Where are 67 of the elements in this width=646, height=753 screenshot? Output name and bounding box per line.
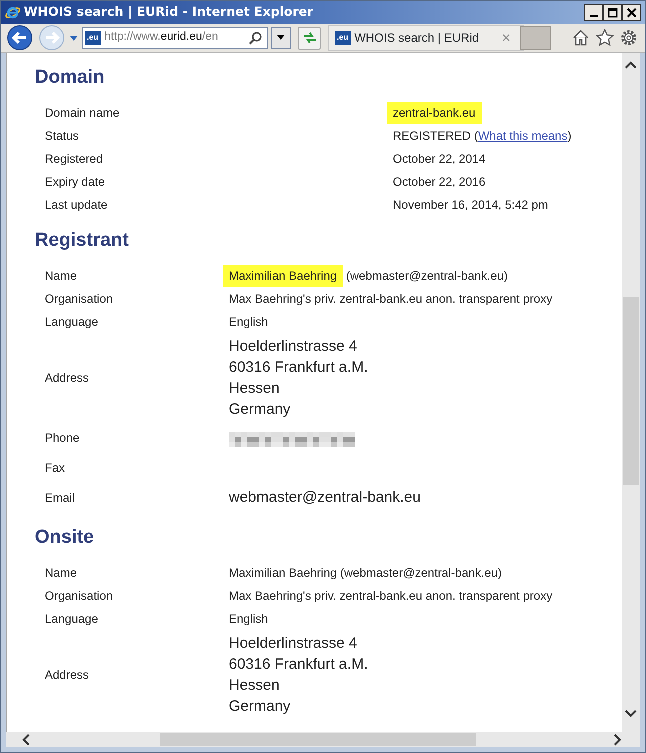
field-value: webmaster@zentral-bank.eu: [229, 488, 421, 506]
refresh-button[interactable]: [298, 26, 321, 50]
field-label: Last update: [45, 198, 108, 212]
field-label: Name: [45, 268, 78, 282]
scroll-up-icon[interactable]: [625, 61, 637, 71]
field-value: (webmaster@zentral-bank.eu): [346, 268, 508, 282]
field-value: Max Baehring's priv. zentral-bank.eu anon. transparent proxy: [229, 588, 553, 602]
minimize-icon: [590, 15, 598, 17]
horizontal-scrollbar-thumb[interactable]: [160, 733, 476, 746]
search-icon[interactable]: [249, 31, 263, 45]
field-label: Language: [45, 612, 98, 626]
address-line: Hoelderlinstrasse 4: [229, 634, 358, 654]
field-label: Registered: [45, 152, 104, 166]
field-label: Language: [45, 314, 98, 328]
address-line: 60316 Frankfurt a.M.: [229, 655, 368, 675]
field-label: Phone: [45, 431, 80, 445]
field-value: October 22, 2016: [393, 174, 486, 188]
highlighted-value: zentral-bank.eu: [387, 102, 482, 124]
address-line: Hoelderlinstrasse 4: [229, 337, 358, 357]
field-label: Expiry date: [45, 174, 106, 188]
browser-logo-icon: [5, 4, 21, 20]
address-line: 60316 Frankfurt a.M.: [229, 358, 368, 378]
close-button[interactable]: [622, 4, 641, 21]
field-value: October 22, 2014: [393, 152, 486, 166]
field-label: Domain name: [45, 106, 120, 120]
maximize-icon: [608, 8, 618, 18]
field-value: REGISTERED (What this means): [393, 128, 572, 142]
address-line: Germany: [229, 400, 292, 420]
info-link[interactable]: What this means: [478, 128, 568, 142]
minimize-button[interactable]: [584, 4, 603, 21]
site-favicon: .eu: [85, 31, 101, 45]
address-line: Germany: [229, 697, 292, 717]
section-heading: Registrant: [35, 229, 130, 253]
section-heading: Domain: [35, 66, 106, 90]
address-field[interactable]: .eu http://www.eurid.eu/en: [82, 27, 268, 49]
address-dropdown-button[interactable]: [271, 27, 291, 49]
vertical-scrollbar-thumb[interactable]: [623, 297, 639, 485]
address-line: Hessen: [229, 379, 281, 399]
field-label: Organisation: [45, 588, 114, 602]
star-icon[interactable]: [593, 29, 617, 47]
url-text: http://www.eurid.eu/en: [104, 30, 218, 46]
field-label: Name: [45, 566, 78, 580]
scroll-down-icon[interactable]: [625, 708, 637, 718]
field-label: Organisation: [45, 292, 114, 306]
field-label: Address: [45, 668, 90, 682]
field-value: (webmaster@zentral-bank.eu): [340, 566, 502, 580]
highlighted-value: Maximilian Baehring: [223, 264, 344, 286]
scroll-right-icon[interactable]: [612, 734, 622, 746]
scroll-left-icon[interactable]: [22, 734, 32, 746]
history-dropdown-icon[interactable]: [69, 34, 79, 42]
field-label: Status: [45, 128, 80, 142]
maximize-button[interactable]: [603, 4, 622, 21]
two-arrows-icon: [302, 30, 318, 46]
field-label: Address: [45, 371, 90, 385]
field-value: Maximilian Baehring: [229, 566, 338, 580]
field-value: Max Baehring's priv. zentral-bank.eu anon. transparent proxy: [229, 292, 553, 306]
caret-icon: [277, 35, 285, 41]
field-label: Fax: [45, 461, 66, 475]
field-value: November 16, 2014, 5:42 pm: [393, 198, 548, 212]
window-title: WHOIS search | EURid - Internet Explorer: [24, 3, 314, 22]
address-line: Hessen: [229, 676, 281, 696]
field-label: Email: [45, 491, 76, 505]
field-value: English: [229, 612, 268, 626]
back-button[interactable]: [5, 25, 34, 51]
close-icon: [626, 8, 636, 18]
field-value: English: [229, 314, 268, 328]
section-heading: Onsite: [35, 526, 96, 550]
